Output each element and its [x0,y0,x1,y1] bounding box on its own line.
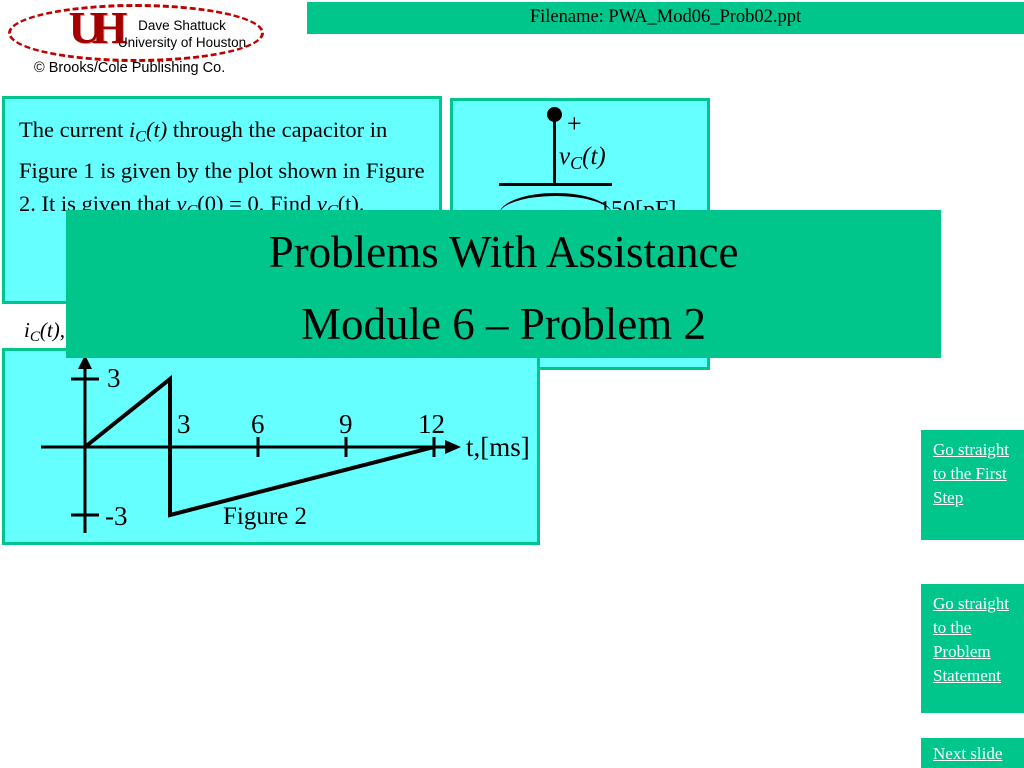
go-to-problem-statement-link[interactable]: Go straight to the Problem Statement [921,584,1024,713]
circuit-top-wire [553,119,556,185]
polarity-plus-label: + [567,109,582,138]
plot-ylabel-3: 3 [107,363,121,393]
plot-xlabel-6: 6 [251,409,265,439]
filename-banner: Filename: PWA_Mod06_Prob02.ppt [307,2,1024,34]
figure2-plot-panel: 3 -3 3 6 9 12 t,[ms] Figure 2 [2,348,540,545]
filename-label: Filename: PWA_Mod06_Prob02.ppt [529,7,802,27]
plot-ylabel-minus3: -3 [105,501,128,531]
figure2-caption: Figure 2 [223,503,308,530]
capacitor-voltage-label: vC(t) [559,143,606,174]
next-slide-link[interactable]: Next slide [921,738,1024,768]
plot-xlabel-3: 3 [177,409,191,439]
logo-institution-text: Dave Shattuck University of Houston [112,17,252,51]
plot-xlabel-12: 12 [418,409,445,439]
go-to-first-step-link[interactable]: Go straight to the First Step [921,430,1024,540]
logo-block: UH Dave Shattuck University of Houston ©… [0,0,300,88]
logo-author-name: Dave Shattuck [138,18,226,33]
plot-x-axis-arrowhead-icon [445,440,461,454]
copyright-notice: © Brooks/Cole Publishing Co. [34,60,226,76]
go-to-first-step-label: Go straight to the First Step [933,440,1010,507]
go-to-problem-statement-label: Go straight to the Problem Statement [933,594,1010,685]
plot-x-axis-title: t,[ms] [466,432,530,462]
next-slide-label: Next slide [933,744,1003,763]
plot-xlabel-9: 9 [339,409,353,439]
logo-university-name: University of Houston [117,35,247,50]
capacitor-top-plate-icon [499,183,612,186]
slide-title-line2: Module 6 – Problem 2 [301,299,706,349]
slide-title-line1: Problems With Assistance [268,227,739,277]
slide-title-overlay: Problems With Assistance Module 6 – Prob… [66,210,941,358]
